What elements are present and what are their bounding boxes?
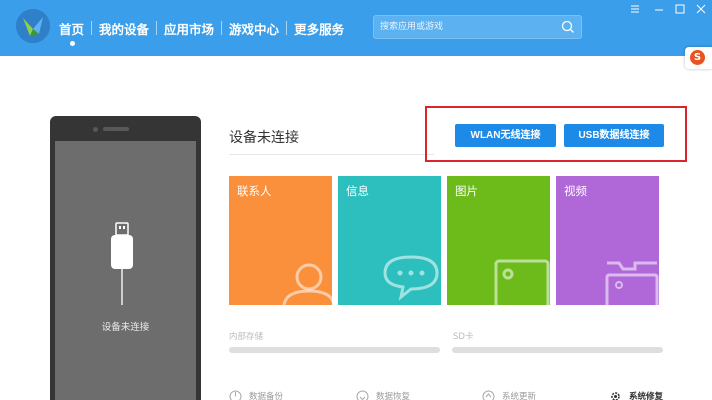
app-logo-icon[interactable] bbox=[16, 9, 50, 43]
top-bar: 首页 我的设备 应用市场 游戏中心 更多服务 bbox=[0, 0, 712, 56]
restore-icon bbox=[356, 390, 369, 400]
contacts-icon bbox=[282, 263, 332, 305]
internal-storage-bar bbox=[229, 347, 440, 353]
backup-button[interactable]: 数据备份 bbox=[229, 390, 283, 400]
nav-app-market[interactable]: 应用市场 bbox=[157, 0, 221, 56]
nav-home[interactable]: 首页 bbox=[52, 0, 91, 56]
active-indicator bbox=[69, 41, 75, 46]
main-nav: 首页 我的设备 应用市场 游戏中心 更多服务 bbox=[52, 0, 351, 56]
tile-messages-label: 信息 bbox=[346, 184, 369, 198]
system-update-label: 系统更新 bbox=[502, 392, 537, 400]
close-icon[interactable] bbox=[694, 2, 708, 16]
restore-button[interactable]: 数据恢复 bbox=[356, 390, 410, 400]
phone-status-text: 设备未连接 bbox=[101, 322, 150, 333]
nav-more-services[interactable]: 更多服务 bbox=[287, 0, 351, 56]
sd-card-label: SD卡 bbox=[453, 332, 474, 342]
sogou-logo-icon: S bbox=[690, 50, 705, 65]
usb-cable-icon bbox=[111, 222, 133, 305]
nav-my-devices-label: 我的设备 bbox=[99, 21, 150, 37]
tile-videos[interactable]: 视频 bbox=[556, 176, 659, 305]
usb-connect-button[interactable]: USB数据线连接 bbox=[564, 124, 664, 147]
wlan-connect-button[interactable]: WLAN无线连接 bbox=[455, 124, 556, 147]
tile-messages[interactable]: 信息 bbox=[338, 176, 441, 305]
nav-more-services-label: 更多服务 bbox=[294, 21, 345, 37]
phone-illustration: 设备未连接 bbox=[50, 116, 201, 400]
tile-images-label: 图片 bbox=[455, 184, 478, 198]
phone-screen: 设备未连接 bbox=[55, 141, 196, 400]
gear-icon bbox=[611, 391, 620, 400]
tile-videos-label: 视频 bbox=[564, 184, 587, 198]
image-icon bbox=[494, 259, 550, 305]
sd-card-bar bbox=[452, 347, 663, 353]
message-icon bbox=[383, 255, 439, 301]
search-box bbox=[373, 15, 582, 39]
sogou-ime-badge[interactable]: S bbox=[685, 47, 712, 69]
update-icon bbox=[482, 390, 495, 400]
tile-images[interactable]: 图片 bbox=[447, 176, 550, 305]
minimize-icon[interactable] bbox=[652, 2, 666, 16]
phone-speaker bbox=[103, 127, 129, 131]
tile-contacts[interactable]: 联系人 bbox=[229, 176, 332, 305]
internal-storage-label: 内部存储 bbox=[229, 332, 264, 342]
backup-icon bbox=[229, 390, 242, 400]
nav-home-label: 首页 bbox=[59, 21, 85, 37]
system-repair-button[interactable]: 系统修复 bbox=[609, 390, 663, 400]
system-repair-label: 系统修复 bbox=[629, 392, 664, 400]
restore-label: 数据恢复 bbox=[376, 392, 411, 400]
title-divider bbox=[229, 154, 434, 155]
search-input[interactable] bbox=[374, 16, 554, 38]
system-update-button[interactable]: 系统更新 bbox=[482, 390, 536, 400]
page-title: 设备未连接 bbox=[229, 130, 299, 146]
video-icon bbox=[605, 261, 659, 305]
nav-game-center-label: 游戏中心 bbox=[229, 21, 280, 37]
nav-my-devices[interactable]: 我的设备 bbox=[92, 0, 156, 56]
backup-label: 数据备份 bbox=[249, 392, 284, 400]
maximize-icon[interactable] bbox=[673, 2, 687, 16]
nav-game-center[interactable]: 游戏中心 bbox=[222, 0, 286, 56]
search-icon[interactable] bbox=[560, 19, 576, 35]
phone-camera bbox=[93, 127, 98, 132]
menu-icon[interactable] bbox=[628, 2, 642, 16]
nav-app-market-label: 应用市场 bbox=[164, 21, 215, 37]
tile-contacts-label: 联系人 bbox=[237, 184, 272, 198]
